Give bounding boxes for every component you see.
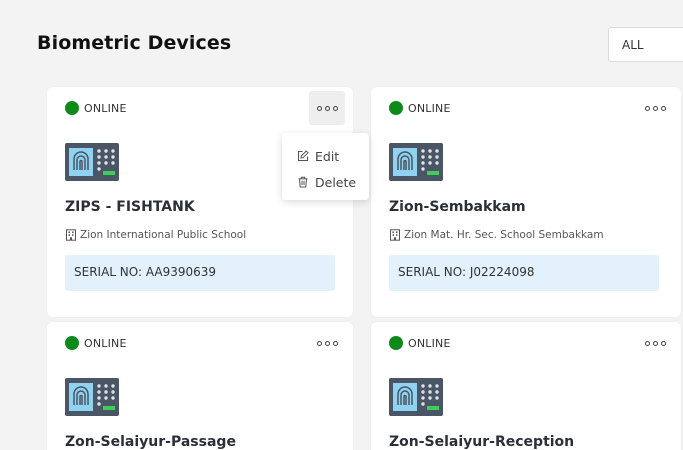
more-options-button[interactable] <box>309 91 345 125</box>
menu-item-delete[interactable]: Delete <box>282 169 369 195</box>
building-icon <box>390 229 400 241</box>
status-dot <box>389 101 403 115</box>
trash-icon <box>298 176 308 188</box>
device-name: ZIPS - FISHTANK <box>65 199 195 215</box>
menu-item-edit[interactable]: Edit <box>282 143 369 169</box>
device-name: Zon-Selaiyur-Passage <box>65 434 236 450</box>
more-dots-icon <box>644 340 666 346</box>
card-options-menu: Edit Delete <box>282 133 369 200</box>
status-indicator: ONLINE <box>389 336 451 350</box>
filter-select[interactable]: ALL <box>608 27 683 62</box>
more-dots-icon <box>644 105 666 111</box>
status-label: ONLINE <box>408 101 451 115</box>
page-title: Biometric Devices <box>37 32 232 54</box>
status-dot <box>65 101 79 115</box>
more-options-button[interactable] <box>637 326 673 360</box>
more-options-button[interactable] <box>637 91 673 125</box>
more-options-button[interactable] <box>309 326 345 360</box>
device-location: Zion Mat. Hr. Sec. School Sembakkam <box>389 229 604 241</box>
menu-item-label: Delete <box>315 174 357 190</box>
biometric-device-icon <box>389 143 443 185</box>
status-dot <box>65 336 79 350</box>
status-dot <box>389 336 403 350</box>
status-label: ONLINE <box>84 101 127 115</box>
biometric-device-icon <box>65 143 119 185</box>
status-indicator: ONLINE <box>389 101 451 115</box>
location-label: Zion Mat. Hr. Sec. School Sembakkam <box>404 229 604 241</box>
status-label: ONLINE <box>408 336 451 350</box>
device-card: ONLINE ZIPS - FISHTANK Zion Internationa… <box>47 87 353 317</box>
status-indicator: ONLINE <box>65 101 127 115</box>
device-card: ONLINE Zion-Sembakkam Zion Mat. Hr. Sec.… <box>371 87 681 317</box>
device-card: ONLINE Zon-Selaiyur-Reception <box>371 322 681 450</box>
device-name: Zon-Selaiyur-Reception <box>389 434 575 450</box>
serial-number: SERIAL NO: AA9390639 <box>65 255 335 291</box>
device-name: Zion-Sembakkam <box>389 199 526 215</box>
biometric-device-icon <box>65 378 119 420</box>
biometric-device-icon <box>389 378 443 420</box>
more-dots-icon <box>316 340 338 346</box>
serial-number: SERIAL NO: J02224098 <box>389 255 659 291</box>
menu-item-label: Edit <box>315 148 340 164</box>
device-card: ONLINE Zon-Selaiyur-Passage <box>47 322 353 450</box>
location-label: Zion International Public School <box>80 229 247 241</box>
edit-icon <box>298 150 309 161</box>
device-location: Zion International Public School <box>65 229 246 241</box>
status-label: ONLINE <box>84 336 127 350</box>
status-indicator: ONLINE <box>65 336 127 350</box>
building-icon <box>66 229 76 241</box>
more-dots-icon <box>316 105 338 111</box>
